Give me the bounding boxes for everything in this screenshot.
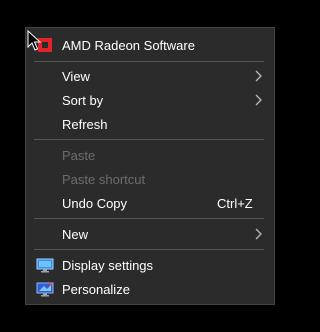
menu-item-label: Paste shortcut bbox=[62, 171, 146, 187]
menu-item-view[interactable]: View bbox=[26, 64, 274, 88]
personalize-icon bbox=[36, 281, 54, 297]
menu-item-sort-by[interactable]: Sort by bbox=[26, 88, 274, 112]
menu-item-label: AMD Radeon Software bbox=[62, 37, 195, 53]
menu-item-new[interactable]: New bbox=[26, 222, 274, 246]
menu-item-label: Undo Copy bbox=[62, 195, 128, 211]
menu-item-label: View bbox=[62, 68, 90, 84]
menu-item-undo-copy[interactable]: Undo Copy Ctrl+Z bbox=[26, 191, 274, 215]
mouse-cursor-icon bbox=[27, 30, 41, 51]
menu-separator bbox=[34, 249, 264, 250]
menu-item-label: Sort by bbox=[62, 92, 104, 108]
chevron-right-icon bbox=[255, 94, 262, 106]
menu-item-label: Paste bbox=[62, 147, 96, 163]
menu-item-display-settings[interactable]: Display settings bbox=[26, 253, 274, 277]
menu-item-personalize[interactable]: Personalize bbox=[26, 277, 274, 301]
chevron-right-icon bbox=[255, 228, 262, 240]
menu-item-label: Display settings bbox=[62, 257, 154, 273]
menu-separator bbox=[34, 218, 264, 219]
chevron-right-icon bbox=[255, 70, 262, 82]
menu-separator bbox=[34, 139, 264, 140]
shortcut-label: Ctrl+Z bbox=[217, 195, 253, 211]
menu-item-refresh[interactable]: Refresh bbox=[26, 112, 274, 136]
menu-item-paste: Paste bbox=[26, 143, 274, 167]
menu-item-label: Personalize bbox=[62, 281, 130, 297]
menu-item-amd-radeon-software[interactable]: AMD Radeon Software bbox=[26, 33, 274, 57]
menu-separator bbox=[34, 61, 264, 62]
desktop-context-menu: AMD Radeon Software View Sort by Refresh… bbox=[25, 27, 275, 305]
display-settings-icon bbox=[36, 258, 54, 273]
menu-item-label: Refresh bbox=[62, 116, 108, 132]
menu-item-label: New bbox=[62, 226, 89, 242]
menu-item-paste-shortcut: Paste shortcut bbox=[26, 167, 274, 191]
